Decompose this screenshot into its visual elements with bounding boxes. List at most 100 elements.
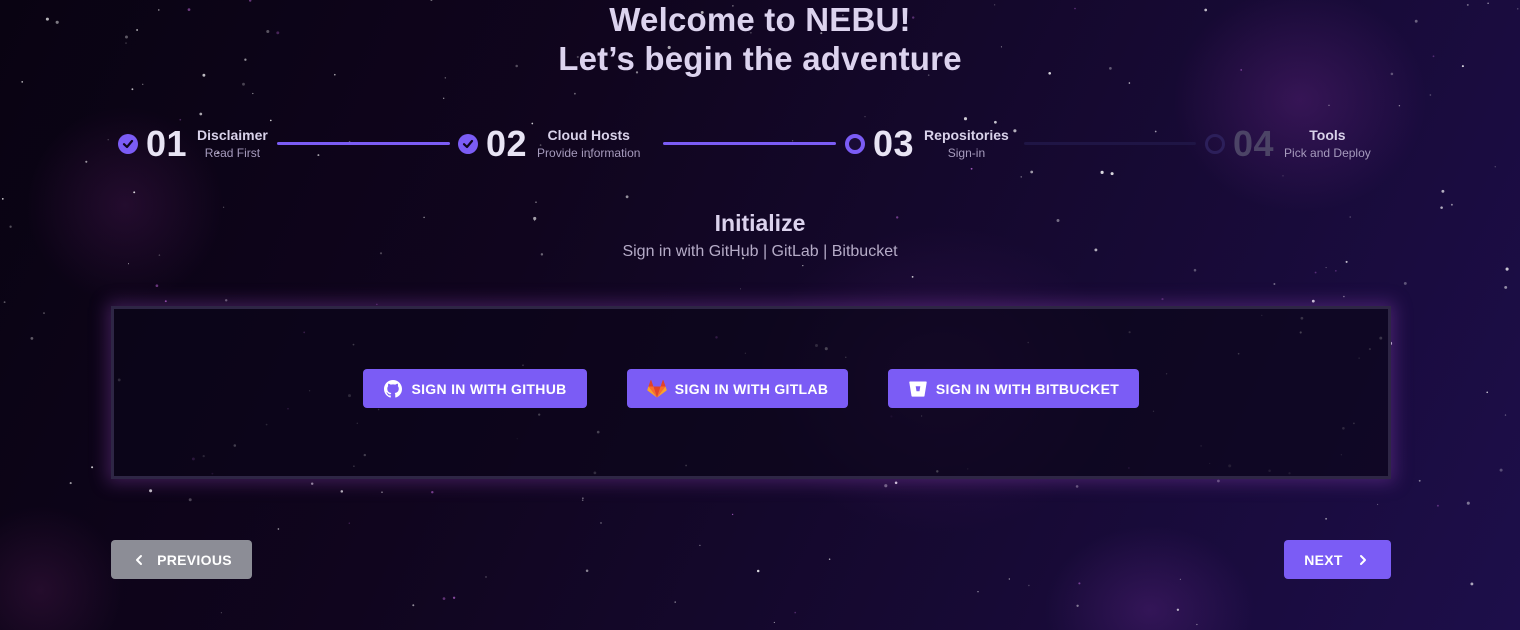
star [1,198,4,200]
next-button[interactable]: NEXT [1284,540,1391,579]
star [1128,82,1131,84]
next-label: NEXT [1304,551,1343,568]
step-tools[interactable]: 04 Tools Pick and Deploy [1205,122,1371,166]
star [1325,517,1328,520]
sign-in-bitbucket-button[interactable]: SIGN IN WITH BITBUCKET [888,369,1139,408]
star [1335,270,1337,272]
step-number: 01 [146,123,188,164]
star [1075,485,1079,488]
gitlab-icon [647,379,667,399]
star [773,621,775,623]
star [963,117,968,121]
star [85,160,88,163]
star [1499,468,1503,472]
star [1325,267,1327,269]
star [412,604,415,607]
star [1470,582,1474,586]
sign-in-github-button[interactable]: SIGN IN WITH GITHUB [363,369,587,408]
step-label: Disclaimer [197,126,268,143]
page-title-line-2: Let’s begin the adventure [558,40,962,77]
star [585,569,589,573]
star [69,482,72,485]
step-number: 04 [1233,123,1275,164]
star [1013,129,1017,133]
star [1154,130,1157,133]
star [1110,172,1114,176]
star [179,118,182,121]
star [1008,578,1010,580]
star [242,82,245,86]
current-step-circle-icon [845,134,865,154]
step-cloud-hosts[interactable]: 02 Cloud Hosts Provide information [458,122,640,166]
step-connector [277,142,450,145]
section-subtitle: Sign in with GitHub | GitLab | Bitbucket [622,243,898,260]
star [977,591,979,593]
section-title: Initialize [714,210,806,236]
star [155,284,159,288]
step-disclaimer[interactable]: 01 Disclaimer Read First [118,122,268,166]
star [600,522,602,524]
star [127,263,130,265]
star [340,490,344,493]
star [348,522,350,524]
star [1450,203,1453,206]
page-title: Welcome to NEBU! Let’s begin the adventu… [0,0,1520,78]
star [199,112,203,116]
star [431,490,434,494]
star [149,489,153,493]
github-icon [383,379,403,399]
previous-button[interactable]: PREVIOUS [111,540,252,579]
star [220,612,222,614]
star [443,97,445,99]
star [30,336,34,340]
star [452,596,456,599]
star [1282,175,1284,177]
star [277,528,280,530]
star [581,499,584,502]
star [828,558,831,560]
star [1028,584,1030,587]
star [884,484,888,488]
star [1441,189,1445,193]
star [133,191,136,194]
star [625,195,629,199]
star [1486,391,1488,394]
step-sublabel: Pick and Deploy [1284,145,1371,160]
star [1377,503,1379,506]
sign-in-github-label: SIGN IN WITH GITHUB [411,380,567,397]
step-number: 02 [486,123,528,164]
star [1179,578,1181,580]
star [970,167,973,170]
star [1403,281,1407,285]
sign-in-gitlab-label: SIGN IN WITH GITLAB [674,380,829,397]
star [107,139,109,141]
star [674,601,676,603]
star [1418,479,1421,482]
step-connector [1024,142,1196,145]
star [188,498,192,502]
star [1193,268,1197,272]
star [1398,105,1401,107]
star [1429,94,1432,96]
star [485,576,487,578]
star [376,303,378,305]
previous-label: PREVIOUS [157,551,232,568]
star [1494,166,1496,168]
star [740,288,741,290]
star [142,83,144,85]
star [3,301,6,304]
star [91,466,94,469]
step-repositories[interactable]: 03 Repositories Sign-in [845,122,1009,166]
star [699,544,701,547]
star [1196,623,1198,626]
check-circle-icon [458,134,478,154]
star [1440,206,1443,209]
empty-circle-icon [1205,134,1225,154]
sign-in-gitlab-button[interactable]: SIGN IN WITH GITLAB [627,369,848,408]
star [1345,260,1348,263]
star [317,154,320,157]
check-circle-icon [118,134,138,154]
step-sublabel: Provide information [537,145,641,160]
star [894,481,898,485]
star [1161,298,1164,301]
